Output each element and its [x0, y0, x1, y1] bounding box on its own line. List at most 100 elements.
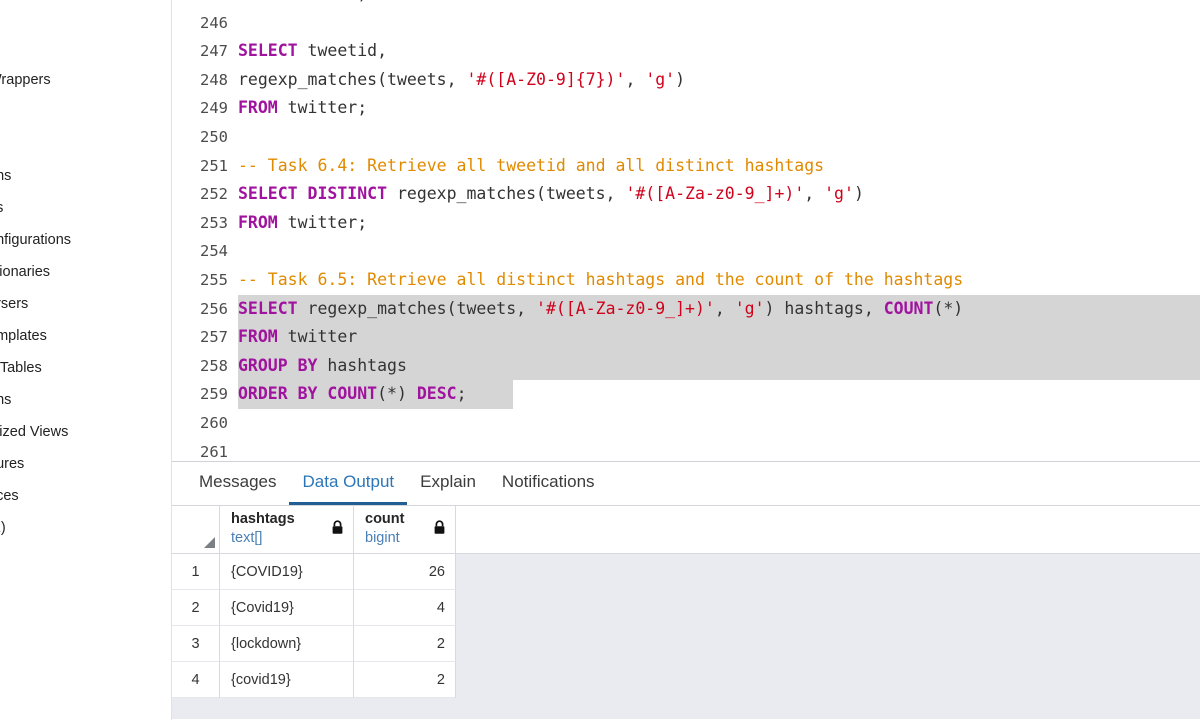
- tab-explain[interactable]: Explain: [407, 472, 489, 505]
- code-line[interactable]: 258 GROUP BY hashtags: [172, 352, 1180, 381]
- code-line[interactable]: 245 FROM twitter;: [172, 0, 1180, 9]
- line-number: 246: [172, 9, 228, 38]
- code-line[interactable]: 260: [172, 409, 1180, 438]
- token-punct: tweetid,: [298, 41, 387, 60]
- code-text[interactable]: SELECT tweetid,: [238, 37, 387, 66]
- tree-item[interactable]: Wrappers: [0, 64, 172, 96]
- table-row[interactable]: 3{lockdown}2: [172, 626, 1200, 662]
- token-str: 'g': [824, 184, 854, 203]
- table-row[interactable]: 2{Covid19}4: [172, 590, 1200, 626]
- line-number: 258: [172, 352, 228, 381]
- tree-item[interactable]: arsers: [0, 288, 172, 320]
- grid-body[interactable]: 1{COVID19}262{Covid19}43{lockdown}24{cov…: [172, 554, 1200, 698]
- token-str: '#([A-Z0-9]{7})': [466, 70, 625, 89]
- tree-item[interactable]: emplates: [0, 320, 172, 352]
- tree-item[interactable]: onfigurations: [0, 224, 172, 256]
- cell-hashtags[interactable]: {Covid19}: [220, 590, 354, 626]
- token-kw: COUNT: [884, 299, 934, 318]
- code-line[interactable]: 246: [172, 9, 1180, 38]
- token-punct: twitter;: [278, 0, 367, 3]
- tree-item[interactable]: dures: [0, 448, 172, 480]
- code-text[interactable]: SELECT regexp_matches(tweets, '#([A-Za-z…: [238, 295, 963, 324]
- tab-messages[interactable]: Messages: [186, 472, 289, 505]
- tree-item[interactable]: n Tables: [0, 352, 172, 384]
- tree-item-label: ons: [0, 160, 11, 192]
- tree-item[interactable]: [0, 32, 172, 64]
- tab-data-output[interactable]: Data Output: [289, 472, 407, 505]
- row-index[interactable]: 1: [172, 554, 220, 590]
- line-number: 250: [172, 123, 228, 152]
- code-line[interactable]: 261: [172, 438, 1180, 463]
- code-line[interactable]: 257FROM twitter: [172, 323, 1180, 352]
- code-line[interactable]: 250: [172, 123, 1180, 152]
- tree-item[interactable]: [0, 128, 172, 160]
- column-header-hashtags[interactable]: hashtags text[]: [220, 506, 354, 554]
- code-line[interactable]: 251 -- Task 6.4: Retrieve all tweetid and…: [172, 152, 1180, 181]
- token-kw: DESC: [417, 384, 457, 403]
- code-line[interactable]: 254: [172, 237, 1180, 266]
- row-index[interactable]: 2: [172, 590, 220, 626]
- code-line[interactable]: 259ORDER BY COUNT(*) DESC;: [172, 380, 1180, 409]
- code-text[interactable]: FROM twitter;: [238, 0, 367, 9]
- line-number: 251: [172, 152, 228, 181]
- code-line[interactable]: 247SELECT tweetid,: [172, 37, 1180, 66]
- cell-hashtags[interactable]: {covid19}: [220, 662, 354, 698]
- tree-item-label: Wrappers: [0, 64, 51, 96]
- tree-item[interactable]: ons: [0, 384, 172, 416]
- table-row[interactable]: 1{COVID19}26: [172, 554, 1200, 590]
- code-text[interactable]: regexp_matches(tweets, '#([A-Z0-9]{7})',…: [238, 66, 685, 95]
- code-text[interactable]: -- Task 6.4: Retrieve all tweetid and al…: [238, 152, 824, 181]
- tree-item-label: alized Views: [0, 416, 68, 448]
- code-text[interactable]: -- Task 6.5: Retrieve all distinct hasht…: [238, 266, 963, 295]
- token-punct: ;: [457, 384, 467, 403]
- token-kw: FROM: [238, 0, 278, 3]
- table-row[interactable]: 4{covid19}2: [172, 662, 1200, 698]
- token-kw: ORDER BY: [238, 384, 317, 403]
- cell-count[interactable]: 4: [354, 590, 456, 626]
- tree-item[interactable]: [0, 96, 172, 128]
- tree-item[interactable]: s: [0, 0, 172, 32]
- code-text[interactable]: GROUP BY hashtags: [238, 352, 407, 381]
- tree-item[interactable]: ons: [0, 160, 172, 192]
- select-all-triangle-icon[interactable]: [204, 537, 215, 548]
- grid-corner-cell[interactable]: [172, 506, 220, 554]
- token-punct: twitter: [278, 327, 357, 346]
- tree-item[interactable]: nces: [0, 480, 172, 512]
- code-text[interactable]: FROM twitter;: [238, 94, 367, 123]
- token-str: '#([A-Za-z0-9_]+)': [536, 299, 715, 318]
- column-header-count[interactable]: count bigint: [354, 506, 456, 554]
- code-line[interactable]: 249FROM twitter;: [172, 94, 1180, 123]
- tree-item[interactable]: (2): [0, 512, 172, 544]
- tree-item[interactable]: alized Views: [0, 416, 172, 448]
- cell-hashtags[interactable]: {lockdown}: [220, 626, 354, 662]
- cell-hashtags[interactable]: {COVID19}: [220, 554, 354, 590]
- tree-list: sWrappersonsnsonfigurationsctionariesars…: [0, 0, 172, 544]
- code-line[interactable]: 252SELECT DISTINCT regexp_matches(tweets…: [172, 180, 1180, 209]
- data-output-grid[interactable]: hashtags text[] count bigint: [172, 506, 1200, 719]
- output-tabstrip[interactable]: MessagesData OutputExplainNotifications: [172, 462, 1200, 506]
- code-text[interactable]: FROM twitter: [238, 323, 357, 352]
- code-text[interactable]: SELECT DISTINCT regexp_matches(tweets, '…: [238, 180, 864, 209]
- sql-editor[interactable]: 245 FROM twitter; 246247SELECT tweetid,248…: [172, 0, 1200, 462]
- tab-notifications[interactable]: Notifications: [489, 472, 608, 505]
- row-index[interactable]: 4: [172, 662, 220, 698]
- code-line[interactable]: 248regexp_matches(tweets, '#([A-Z0-9]{7}…: [172, 66, 1180, 95]
- code-line[interactable]: 253FROM twitter;: [172, 209, 1180, 238]
- row-index[interactable]: 3: [172, 626, 220, 662]
- cell-count[interactable]: 2: [354, 626, 456, 662]
- cell-count[interactable]: 26: [354, 554, 456, 590]
- cell-count[interactable]: 2: [354, 662, 456, 698]
- column-type: text[]: [231, 529, 345, 548]
- token-punct: twitter;: [278, 213, 367, 232]
- tree-item[interactable]: ns: [0, 192, 172, 224]
- line-number: 245: [172, 0, 228, 9]
- tree-item[interactable]: ctionaries: [0, 256, 172, 288]
- code-line[interactable]: 255-- Task 6.5: Retrieve all distinct ha…: [172, 266, 1180, 295]
- grid-header-filler: [456, 506, 1200, 554]
- output-panel: MessagesData OutputExplainNotifications …: [172, 462, 1200, 720]
- code-text[interactable]: ORDER BY COUNT(*) DESC;: [238, 380, 467, 409]
- object-browser-tree[interactable]: sWrappersonsnsonfigurationsctionariesars…: [0, 0, 172, 720]
- code-text[interactable]: FROM twitter;: [238, 209, 367, 238]
- code-line[interactable]: 256SELECT regexp_matches(tweets, '#([A-Z…: [172, 295, 1180, 324]
- code-lines[interactable]: 245 FROM twitter; 246247SELECT tweetid,248…: [172, 0, 1180, 462]
